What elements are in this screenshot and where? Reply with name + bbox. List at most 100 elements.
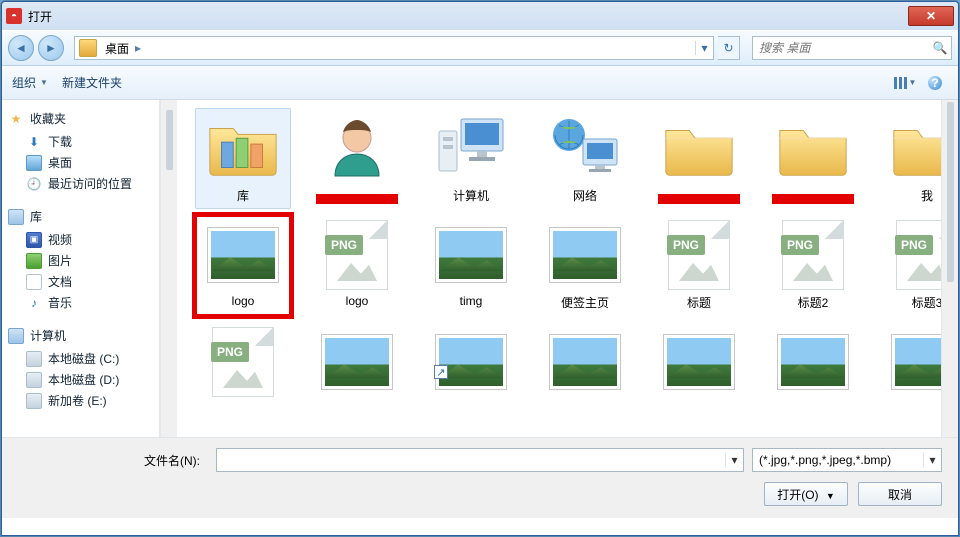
back-button[interactable]: ◄ xyxy=(8,35,34,61)
video-icon: ▣ xyxy=(26,232,42,248)
file-item-label: 我 xyxy=(884,187,941,204)
new-folder-label: 新建文件夹 xyxy=(62,74,122,91)
file-item[interactable] xyxy=(651,108,747,209)
sidebar-item-pictures[interactable]: 图片 xyxy=(8,250,153,271)
png-thumb: PNG xyxy=(656,220,742,290)
address-dropdown[interactable]: ▾ xyxy=(695,41,713,55)
user-thumb xyxy=(314,113,400,183)
file-item[interactable] xyxy=(309,108,405,209)
help-button[interactable]: ? xyxy=(922,72,948,94)
refresh-icon: ↻ xyxy=(723,41,733,55)
arrow-right-icon: ► xyxy=(45,41,57,55)
sidebar-item-label: 桌面 xyxy=(48,154,72,171)
search-box[interactable]: 🔍 xyxy=(752,36,952,60)
file-item[interactable] xyxy=(879,322,941,406)
scrollbar-thumb[interactable] xyxy=(166,110,173,170)
search-input[interactable] xyxy=(753,41,929,55)
sidebar-item-recent[interactable]: 🕘最近访问的位置 xyxy=(8,173,153,194)
sidebar-item-videos[interactable]: ▣视频 xyxy=(8,229,153,250)
file-item[interactable]: logo xyxy=(195,215,291,316)
sidebar-scrollbar[interactable] xyxy=(160,100,177,437)
dialog-body: ★ 收藏夹 ⬇下载 桌面 🕘最近访问的位置 库 ▣视频 图片 文档 ♪ 音乐 xyxy=(2,100,958,437)
download-icon: ⬇ xyxy=(26,134,42,150)
titlebar: ◓ 打开 ✕ xyxy=(2,2,958,30)
arrow-left-icon: ◄ xyxy=(15,41,27,55)
photo-thumb xyxy=(884,327,941,397)
sidebar-item-documents[interactable]: 文档 xyxy=(8,271,153,292)
search-icon[interactable]: 🔍 xyxy=(929,41,951,55)
chevron-down-icon[interactable]: ▾ xyxy=(923,453,941,467)
new-folder-button[interactable]: 新建文件夹 xyxy=(62,74,122,91)
sidebar-favorites: ★ 收藏夹 ⬇下载 桌面 🕘最近访问的位置 xyxy=(8,110,153,194)
sidebar-item-disk-e[interactable]: 新加卷 (E:) xyxy=(8,390,153,411)
view-icon xyxy=(894,77,907,89)
filename-combo[interactable]: ▾ xyxy=(216,448,744,472)
sidebar-item-desktop[interactable]: 桌面 xyxy=(8,152,153,173)
sidebar-head-libraries[interactable]: 库 xyxy=(8,208,153,225)
cancel-button[interactable]: 取消 xyxy=(858,482,942,506)
disk-icon xyxy=(26,393,42,409)
file-item[interactable]: ↗ xyxy=(423,322,519,406)
png-thumb: PNG xyxy=(884,220,941,290)
sidebar-item-disk-c[interactable]: 本地磁盘 (C:) xyxy=(8,348,153,369)
sidebar-item-music[interactable]: ♪ 音乐 xyxy=(8,292,153,313)
window-title: 打开 xyxy=(28,8,52,25)
breadcrumb-root[interactable]: 桌面 xyxy=(101,40,133,57)
file-item[interactable]: 库 xyxy=(195,108,291,209)
organize-menu[interactable]: 组织 ▼ xyxy=(12,74,48,91)
refresh-button[interactable]: ↻ xyxy=(718,36,740,60)
sidebar-head-label: 计算机 xyxy=(30,327,66,344)
file-item[interactable] xyxy=(651,322,747,406)
sidebar-item-label: 本地磁盘 (D:) xyxy=(48,371,119,388)
libs-thumb xyxy=(200,113,286,183)
sidebar-head-computer[interactable]: 计算机 xyxy=(8,327,153,344)
file-item-label: timg xyxy=(428,294,514,308)
address-bar[interactable]: 桌面 ▸ ▾ xyxy=(74,36,714,60)
filename-input[interactable] xyxy=(217,453,725,467)
music-icon: ♪ xyxy=(26,295,42,311)
net-thumb xyxy=(542,113,628,183)
chevron-down-icon[interactable]: ▾ xyxy=(725,453,743,467)
folder-thumb xyxy=(770,113,856,183)
sidebar-item-downloads[interactable]: ⬇下载 xyxy=(8,131,153,152)
file-grid: 库 计算机网络 我 logoPNGlogo timg 便签主页 PNG 标题 PNG标题2… xyxy=(177,100,941,437)
png-thumb: PNG xyxy=(770,220,856,290)
photo-thumb xyxy=(770,327,856,397)
open-button-label: 打开(O) xyxy=(777,488,818,502)
close-button[interactable]: ✕ xyxy=(908,6,954,26)
sidebar-item-disk-d[interactable]: 本地磁盘 (D:) xyxy=(8,369,153,390)
file-item-label: 标题3 xyxy=(884,294,941,311)
scrollbar-thumb[interactable] xyxy=(947,102,954,282)
disk-icon xyxy=(26,351,42,367)
open-button[interactable]: 打开(O) ▼ xyxy=(764,482,848,506)
file-item[interactable]: 网络 xyxy=(537,108,633,209)
file-item[interactable] xyxy=(765,322,861,406)
file-item[interactable] xyxy=(309,322,405,406)
dialog-footer: 文件名(N): ▾ (*.jpg,*.png,*.jpeg,*.bmp) ▾ 打… xyxy=(2,437,958,518)
toolbar: 组织 ▼ 新建文件夹 ▼ ? xyxy=(2,66,958,100)
filetype-value: (*.jpg,*.png,*.jpeg,*.bmp) xyxy=(753,453,923,467)
sidebar-item-label: 音乐 xyxy=(48,294,72,311)
file-item[interactable] xyxy=(537,322,633,406)
sidebar-item-label: 最近访问的位置 xyxy=(48,175,132,192)
file-item[interactable]: PNG xyxy=(195,322,291,406)
sidebar-computer: 计算机 本地磁盘 (C:) 本地磁盘 (D:) 新加卷 (E:) xyxy=(8,327,153,411)
file-item[interactable]: 我 xyxy=(879,108,941,209)
sidebar-head-favorites[interactable]: ★ 收藏夹 xyxy=(8,110,153,127)
file-item[interactable]: PNGlogo xyxy=(309,215,405,316)
view-options-button[interactable]: ▼ xyxy=(892,72,918,94)
filetype-combo[interactable]: (*.jpg,*.png,*.jpeg,*.bmp) ▾ xyxy=(752,448,942,472)
file-item[interactable] xyxy=(765,108,861,209)
grid-scrollbar[interactable] xyxy=(941,100,958,437)
file-item[interactable]: PNG 标题 xyxy=(651,215,747,316)
file-item[interactable]: PNG 标题3 xyxy=(879,215,941,316)
forward-button[interactable]: ► xyxy=(38,35,64,61)
document-icon xyxy=(26,274,42,290)
file-item[interactable]: 便签主页 xyxy=(537,215,633,316)
breadcrumb-arrow-icon[interactable]: ▸ xyxy=(133,41,143,55)
file-item-label: 标题 xyxy=(656,294,742,311)
file-item[interactable]: timg xyxy=(423,215,519,316)
file-item[interactable]: PNG标题2 xyxy=(765,215,861,316)
file-item[interactable]: 计算机 xyxy=(423,108,519,209)
split-arrow-icon: ▼ xyxy=(826,491,835,501)
